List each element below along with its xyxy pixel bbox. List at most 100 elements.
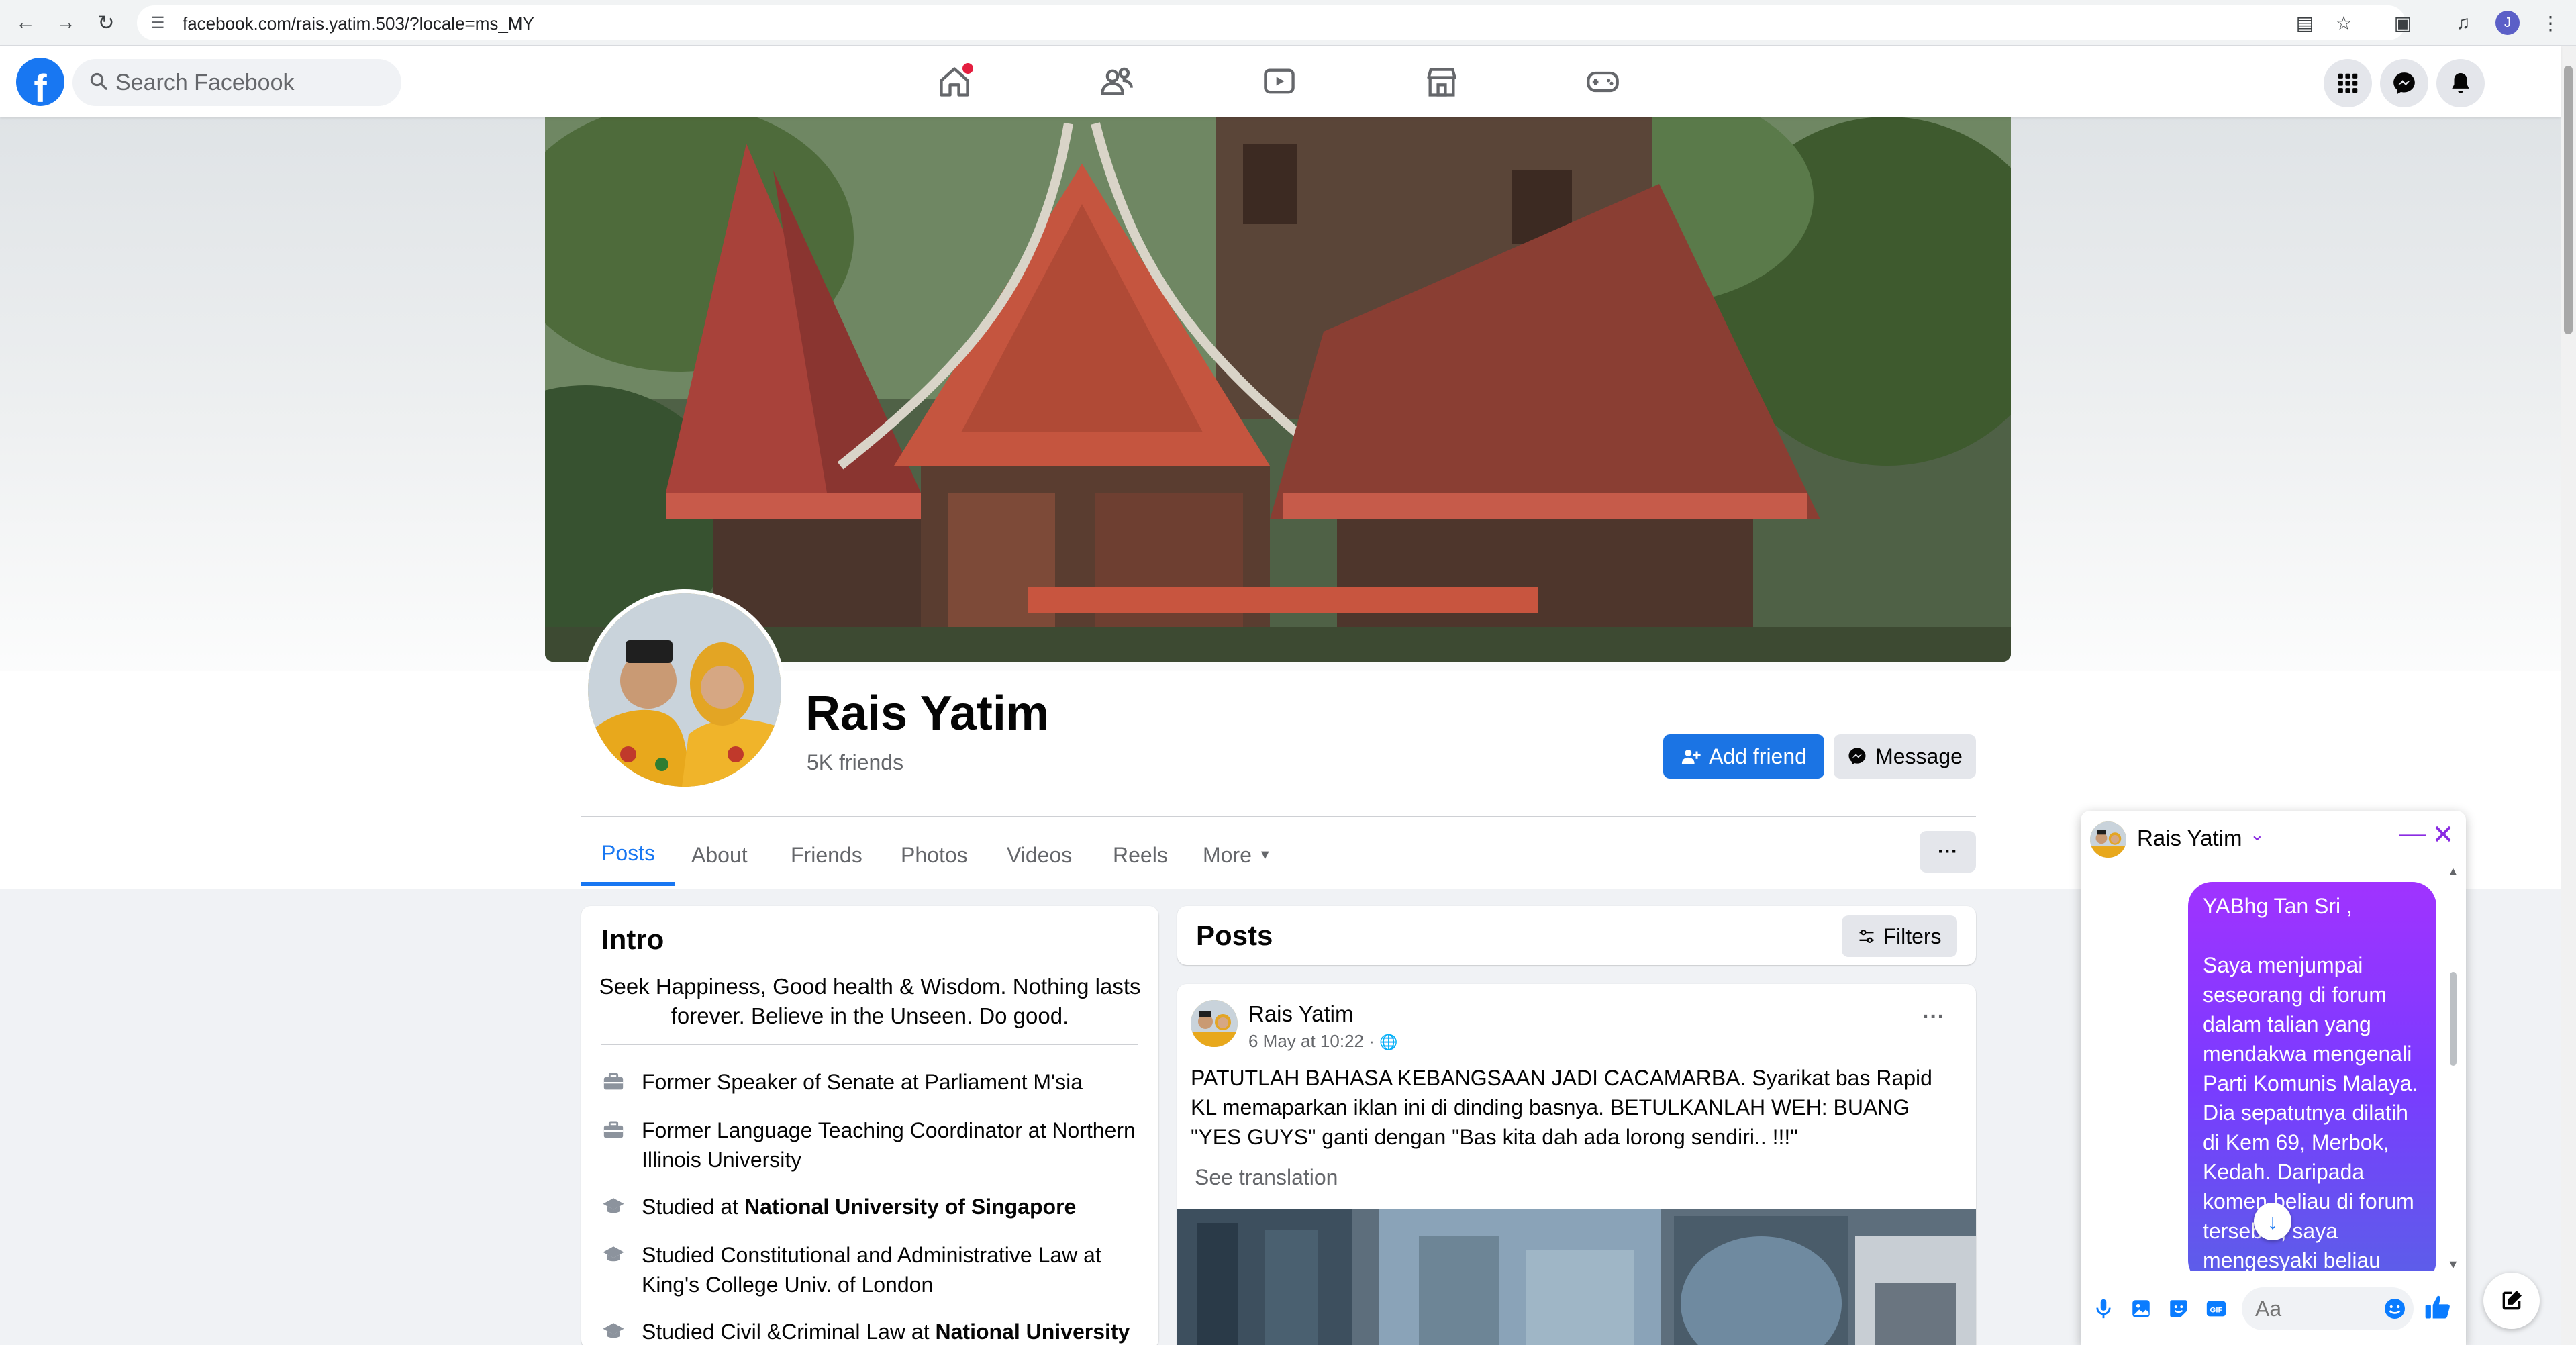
messenger-icon xyxy=(1848,748,1866,765)
browser-menu-icon[interactable]: ⋮ xyxy=(2534,7,2567,39)
intro-title: Intro xyxy=(601,924,664,955)
nav-gaming-tab[interactable] xyxy=(1556,55,1650,109)
extensions-icon[interactable]: ▣ xyxy=(2387,7,2419,39)
back-icon[interactable]: ← xyxy=(9,7,42,39)
intro-item-work-2: Former Language Teaching Coordinator at … xyxy=(601,1115,1145,1175)
bookmark-star-icon[interactable]: ☆ xyxy=(2328,7,2360,39)
tab-posts[interactable]: Posts xyxy=(581,824,676,886)
tab-more[interactable]: More ▼ xyxy=(1203,824,1272,886)
school-link[interactable]: National University xyxy=(936,1319,1130,1344)
filter-sliders-icon xyxy=(1859,929,1874,944)
notification-dot xyxy=(962,63,973,74)
intro-item-text: Former Language Teaching Coordinator at … xyxy=(642,1118,1136,1172)
scroll-to-latest-button[interactable]: ↓ xyxy=(2254,1203,2291,1240)
browser-toolbar: ← → ↻ ☰ facebook.com/rais.yatim.503/?loc… xyxy=(0,0,2576,46)
browser-profile-avatar[interactable]: J xyxy=(2495,11,2520,35)
message-button[interactable]: Message xyxy=(1834,734,1976,779)
post-image[interactable] xyxy=(1177,1209,1976,1345)
cover-photo[interactable] xyxy=(545,117,2011,662)
add-friend-button[interactable]: Add friend xyxy=(1663,734,1824,779)
tab-more-label: More xyxy=(1203,842,1252,867)
graduation-cap-icon xyxy=(601,1317,626,1345)
intro-item-text: Studied Constitutional and Administrativ… xyxy=(642,1243,1101,1297)
minimize-chat-button[interactable]: — xyxy=(2399,820,2426,851)
gif-icon: GIF xyxy=(2206,1301,2226,1317)
nav-watch-tab[interactable] xyxy=(1232,55,1326,109)
tab-reels[interactable]: Reels xyxy=(1113,824,1168,886)
new-message-button[interactable] xyxy=(2483,1273,2540,1329)
forward-icon[interactable]: → xyxy=(50,7,82,39)
nav-friends-tab[interactable] xyxy=(1070,55,1164,109)
bell-icon xyxy=(2452,72,2469,94)
globe-icon: 🌐 xyxy=(1379,1034,1398,1050)
search-box[interactable] xyxy=(72,59,401,106)
install-icon[interactable]: ▤ xyxy=(2289,7,2321,39)
like-thumbs-up-icon[interactable] xyxy=(2423,1293,2453,1322)
posts-title: Posts xyxy=(1196,919,1273,951)
site-info-icon[interactable]: ☰ xyxy=(150,13,165,33)
chat-header[interactable]: Rais Yatim ⌄ — ✕ xyxy=(2081,811,2466,864)
chat-scroll-thumb[interactable] xyxy=(2450,972,2457,1066)
page-scrollbar[interactable] xyxy=(2561,46,2576,1345)
graduation-cap-icon xyxy=(601,1192,626,1222)
menu-grid-button[interactable] xyxy=(2324,59,2372,107)
nav-marketplace-tab[interactable] xyxy=(1395,55,1489,109)
chat-avatar[interactable] xyxy=(2090,821,2126,858)
media-icon[interactable]: ♫ xyxy=(2447,7,2479,39)
emoji-icon[interactable] xyxy=(2383,1297,2407,1321)
intro-item-education-1: Studied at National University of Singap… xyxy=(601,1192,1145,1222)
profile-avatar[interactable] xyxy=(588,593,781,787)
nav-home-tab[interactable] xyxy=(907,55,1001,109)
chat-contact-name[interactable]: Rais Yatim xyxy=(2137,826,2242,851)
address-bar[interactable]: ☰ facebook.com/rais.yatim.503/?locale=ms… xyxy=(137,5,2406,40)
tab-about[interactable]: About xyxy=(691,824,748,886)
search-input[interactable] xyxy=(115,59,391,106)
graduation-cap-icon xyxy=(601,1240,626,1270)
page-scroll-thumb[interactable] xyxy=(2564,66,2573,334)
messenger-icon xyxy=(2393,72,2415,94)
chevron-down-icon[interactable]: ⌄ xyxy=(2250,824,2265,845)
tab-photos[interactable]: Photos xyxy=(901,824,968,886)
intro-divider xyxy=(601,1044,1138,1045)
messenger-button[interactable] xyxy=(2380,59,2428,107)
notifications-button[interactable] xyxy=(2436,59,2485,107)
url-text[interactable]: facebook.com/rais.yatim.503/?locale=ms_M… xyxy=(183,13,534,34)
close-chat-button[interactable]: ✕ xyxy=(2430,820,2457,850)
chat-message-input[interactable] xyxy=(2255,1287,2376,1330)
facebook-logo[interactable]: f xyxy=(16,58,64,106)
chat-input-wrapper[interactable] xyxy=(2242,1287,2414,1330)
microphone-button[interactable] xyxy=(2090,1295,2117,1322)
watch-icon xyxy=(1264,68,1295,94)
tab-friends[interactable]: Friends xyxy=(791,824,862,886)
tabs-divider xyxy=(581,816,1976,817)
intro-item-work-1: Former Speaker of Senate at Parliament M… xyxy=(601,1067,1145,1097)
add-friend-label: Add friend xyxy=(1709,744,1807,768)
see-translation-link[interactable]: See translation xyxy=(1195,1165,1338,1190)
compose-icon xyxy=(2502,1291,2522,1310)
scroll-up-arrow-icon[interactable]: ▲ xyxy=(2447,864,2459,879)
reload-icon[interactable]: ↻ xyxy=(90,7,122,39)
filters-label: Filters xyxy=(1883,924,1942,948)
sticker-button[interactable] xyxy=(2165,1295,2192,1322)
intro-item-text: Studied Civil &Criminal Law at xyxy=(642,1319,936,1344)
profile-picture[interactable] xyxy=(584,589,785,791)
friends-count[interactable]: 5K friends xyxy=(807,750,903,775)
tab-videos[interactable]: Videos xyxy=(1007,824,1072,886)
marketplace-icon xyxy=(1427,68,1456,97)
chat-scrollbar[interactable]: ▲ ▼ xyxy=(2447,864,2459,1271)
school-link[interactable]: National University of Singapore xyxy=(744,1195,1076,1219)
post-timestamp[interactable]: 6 May at 10:22 · 🌐 xyxy=(1248,1031,1398,1052)
scroll-down-arrow-icon[interactable]: ▼ xyxy=(2447,1258,2459,1271)
post-author-avatar[interactable] xyxy=(1191,1000,1238,1047)
profile-more-options-button[interactable]: ··· xyxy=(1920,831,1976,873)
attach-photo-button[interactable] xyxy=(2128,1295,2154,1322)
intro-bio: Seek Happiness, Good health & Wisdom. No… xyxy=(599,974,1141,1028)
messenger-chat-window: Rais Yatim ⌄ — ✕ YABhg Tan Sri , Saya me… xyxy=(2081,811,2466,1345)
search-icon xyxy=(89,71,109,97)
filters-button[interactable]: Filters xyxy=(1842,915,1957,957)
gif-button[interactable]: GIF xyxy=(2203,1295,2230,1322)
post-options-button[interactable]: ··· xyxy=(1922,1004,1945,1030)
friends-icon xyxy=(1101,67,1133,95)
post-author-name[interactable]: Rais Yatim xyxy=(1248,1001,1354,1027)
post-card: Rais Yatim 6 May at 10:22 · 🌐 ··· PATUTL… xyxy=(1177,984,1976,1345)
